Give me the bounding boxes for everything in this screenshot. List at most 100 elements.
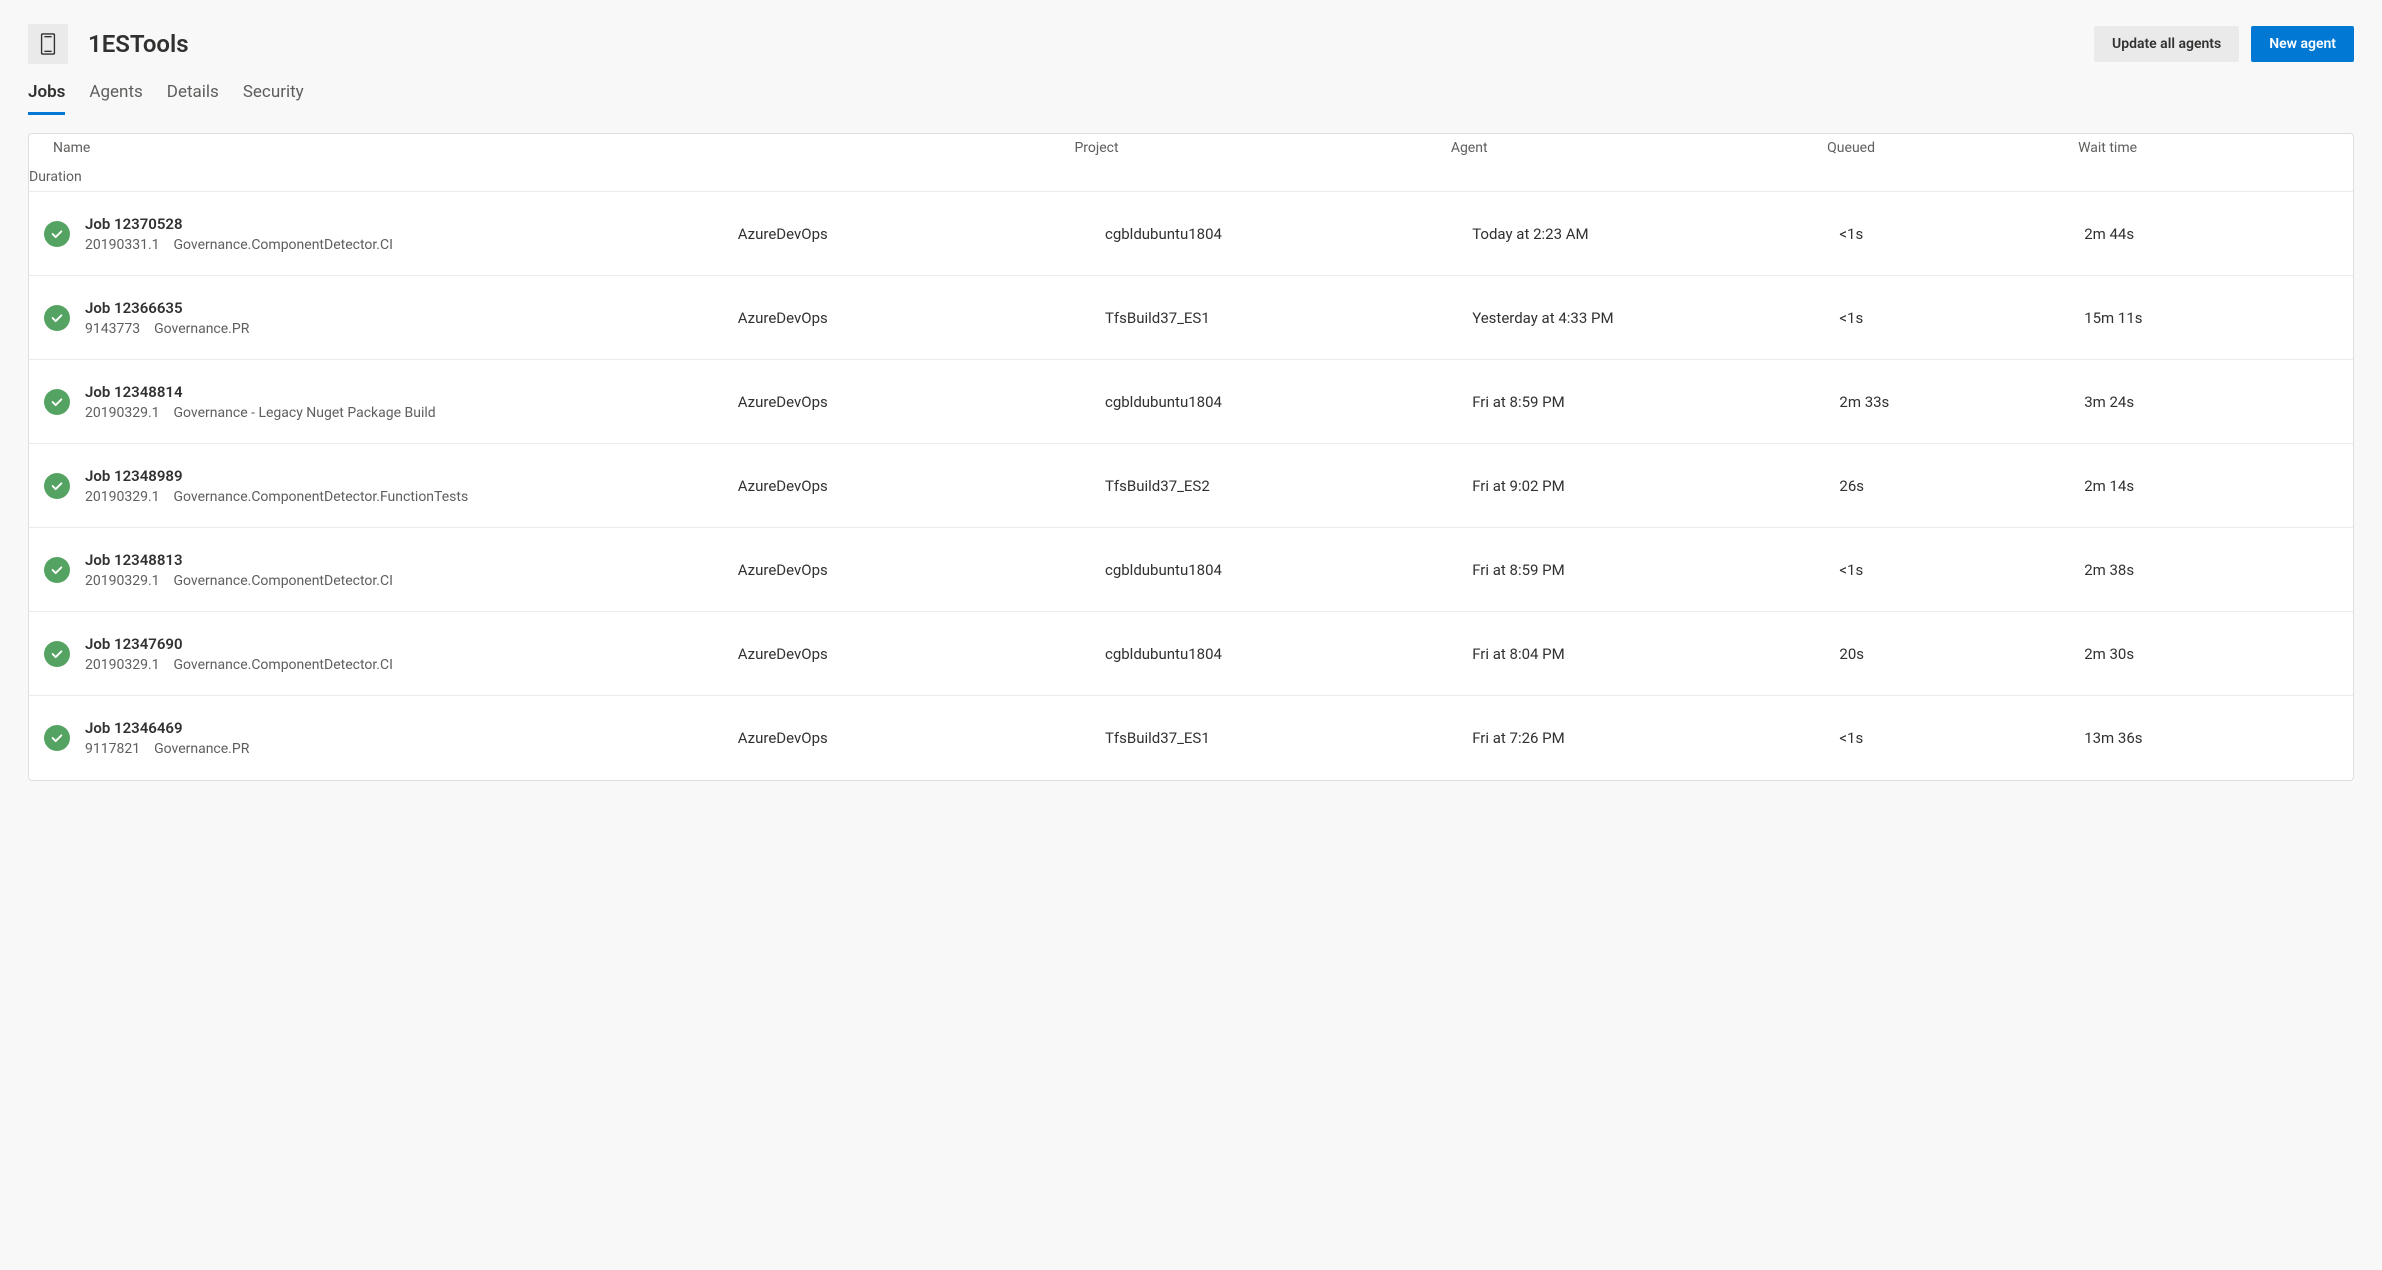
cell-project[interactable]: AzureDevOps [738, 225, 1105, 243]
cell-duration: 2m 38s [2084, 561, 2329, 579]
page-title: 1ESTools [88, 30, 189, 58]
job-subtitle: 20190329.1 Governance.ComponentDetector.C… [85, 657, 722, 673]
job-name-cell: Job 12347690 20190329.1 Governance.Compone… [85, 635, 738, 673]
col-project[interactable]: Project [1074, 140, 1450, 156]
cell-agent[interactable]: cgbldubuntu1804 [1105, 645, 1472, 663]
cell-duration: 15m 11s [2084, 309, 2329, 327]
cell-queued: Fri at 8:59 PM [1472, 393, 1839, 411]
job-build-number: 20190329.1 [85, 657, 160, 673]
job-name-cell: Job 12348814 20190329.1 Governance - Legac… [85, 383, 738, 421]
cell-duration: 13m 36s [2084, 729, 2329, 747]
success-check-icon [44, 557, 70, 583]
job-subtitle: 20190329.1Governance.ComponentDetector.C… [85, 573, 722, 589]
tab-bar: Jobs Agents Details Security [28, 82, 2354, 115]
table-row[interactable]: Job 12348814 20190329.1 Governance - Legac… [29, 360, 2353, 444]
table-row[interactable]: Job 12347690 20190329.1 Governance.Compone… [29, 612, 2353, 696]
cell-project[interactable]: AzureDevOps [738, 561, 1105, 579]
job-name-cell: Job 12366635 9143773 Governance.PR [85, 299, 738, 337]
job-title[interactable]: Job 12347690 [85, 635, 722, 653]
cell-duration: 2m 44s [2084, 225, 2329, 243]
cell-project[interactable]: AzureDevOps [738, 309, 1105, 327]
cell-queued: Fri at 8:59 PM [1472, 561, 1839, 579]
job-definition: Governance.ComponentDetector.CI [174, 657, 393, 673]
cell-duration: 2m 30s [2084, 645, 2329, 663]
job-definition: Governance.ComponentDetector.FunctionTes… [174, 489, 469, 505]
job-subtitle: 20190329.1 Governance - Legacy Nuget Pack… [85, 405, 722, 421]
job-name-cell: Job 12370528 20190331.1 Governance.Compone… [85, 215, 738, 253]
cell-queued: Fri at 9:02 PM [1472, 477, 1839, 495]
cell-agent[interactable]: cgbldubuntu1804 [1105, 561, 1472, 579]
cell-project[interactable]: AzureDevOps [738, 393, 1105, 411]
cell-wait: <1s [1839, 309, 2084, 327]
cell-project[interactable]: AzureDevOps [738, 645, 1105, 663]
job-name-cell: Job 12346469 9117821 Governance.PR [85, 719, 738, 757]
tab-details[interactable]: Details [167, 82, 219, 115]
job-subtitle: 20190331.1 Governance.ComponentDetector.C… [85, 237, 722, 253]
new-agent-button[interactable]: New agent [2251, 26, 2354, 62]
tab-security[interactable]: Security [243, 82, 304, 115]
job-build-number: 20190331.1 [85, 237, 160, 253]
table-row[interactable]: Job 12346469 9117821 Governance.PR AzureDev… [29, 696, 2353, 780]
cell-agent[interactable]: TfsBuild37_ES1 [1105, 309, 1472, 327]
cell-agent[interactable]: cgbldubuntu1804 [1105, 393, 1472, 411]
cell-agent[interactable]: TfsBuild37_ES1 [1105, 729, 1472, 747]
table-row[interactable]: Job 12348813 20190329.1Governance.Compone… [29, 528, 2353, 612]
tab-jobs[interactable]: Jobs [28, 82, 65, 115]
table-row[interactable]: Job 12366635 9143773 Governance.PR AzureDev… [29, 276, 2353, 360]
status-cell [29, 374, 85, 429]
job-title[interactable]: Job 12348813 [85, 551, 722, 569]
cell-queued: Today at 2:23 AM [1472, 225, 1839, 243]
job-title[interactable]: Job 12366635 [85, 299, 722, 317]
cell-queued: Fri at 8:04 PM [1472, 645, 1839, 663]
success-check-icon [44, 473, 70, 499]
cell-queued: Fri at 7:26 PM [1472, 729, 1839, 747]
table-row[interactable]: Job 12348989 20190329.1 Governance.Compone… [29, 444, 2353, 528]
job-subtitle: 9117821 Governance.PR [85, 741, 722, 757]
job-subtitle: 9143773 Governance.PR [85, 321, 722, 337]
job-title[interactable]: Job 12348989 [85, 467, 722, 485]
job-subtitle: 20190329.1 Governance.ComponentDetector.F… [85, 489, 722, 505]
cell-wait: <1s [1839, 729, 2084, 747]
success-check-icon [44, 305, 70, 331]
job-build-number: 9143773 [85, 321, 140, 337]
cell-wait: 20s [1839, 645, 2084, 663]
job-build-number: 20190329.1 [85, 489, 160, 505]
cell-project[interactable]: AzureDevOps [738, 477, 1105, 495]
col-queued[interactable]: Queued [1827, 140, 2078, 156]
success-check-icon [44, 641, 70, 667]
success-check-icon [44, 725, 70, 751]
job-title[interactable]: Job 12348814 [85, 383, 722, 401]
status-cell [29, 458, 85, 513]
cell-wait: 26s [1839, 477, 2084, 495]
success-check-icon [44, 221, 70, 247]
job-definition: Governance.PR [154, 321, 249, 337]
update-all-agents-button[interactable]: Update all agents [2094, 26, 2239, 62]
table-row[interactable]: Job 12370528 20190331.1 Governance.Compone… [29, 192, 2353, 276]
status-cell [29, 710, 85, 766]
col-agent[interactable]: Agent [1451, 140, 1827, 156]
col-wait-time[interactable]: Wait time [2078, 140, 2329, 156]
cell-duration: 2m 14s [2084, 477, 2329, 495]
job-title[interactable]: Job 12370528 [85, 215, 722, 233]
cell-agent[interactable]: TfsBuild37_ES2 [1105, 477, 1472, 495]
tab-agents[interactable]: Agents [89, 82, 142, 115]
job-title[interactable]: Job 12346469 [85, 719, 722, 737]
cell-queued: Yesterday at 4:33 PM [1472, 309, 1839, 327]
cell-duration: 3m 24s [2084, 393, 2329, 411]
job-definition: Governance - Legacy Nuget Package Build [174, 405, 436, 421]
job-name-cell: Job 12348813 20190329.1Governance.Compone… [85, 551, 738, 589]
jobs-table: Name Project Agent Queued Wait time Dura… [28, 133, 2354, 781]
job-definition: Governance.PR [154, 741, 249, 757]
table-header-row: Name Project Agent Queued Wait time Dura… [29, 134, 2353, 192]
status-cell [29, 290, 85, 345]
job-build-number: 20190329.1 [85, 573, 160, 589]
cell-agent[interactable]: cgbldubuntu1804 [1105, 225, 1472, 243]
job-name-cell: Job 12348989 20190329.1 Governance.Compone… [85, 467, 738, 505]
job-build-number: 20190329.1 [85, 405, 160, 421]
job-definition: Governance.ComponentDetector.CI [174, 237, 393, 253]
cell-project[interactable]: AzureDevOps [738, 729, 1105, 747]
col-name[interactable]: Name [29, 140, 1074, 156]
col-duration[interactable]: Duration [29, 169, 698, 185]
status-cell [29, 626, 85, 681]
job-build-number: 9117821 [85, 741, 140, 757]
